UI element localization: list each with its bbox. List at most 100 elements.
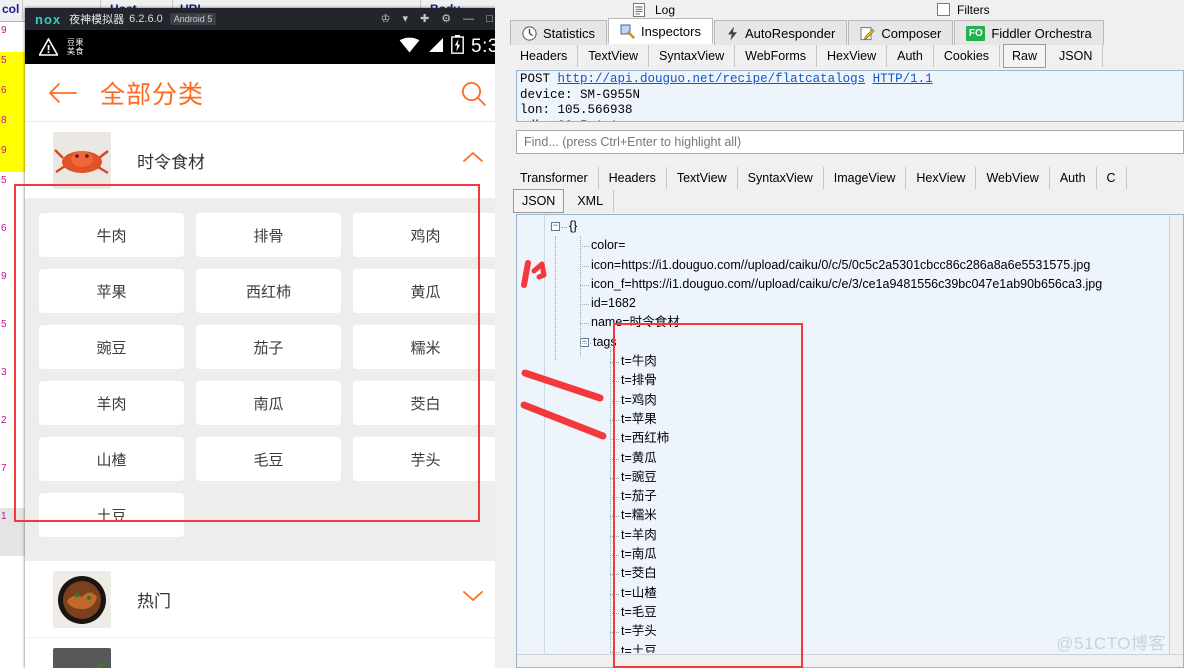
json-field-row[interactable]: name=时令食材	[545, 313, 1168, 332]
subtab-textview[interactable]: TextView	[667, 167, 738, 189]
subtab-xml[interactable]: XML	[567, 190, 615, 212]
tag-item[interactable]: 糯米	[353, 325, 498, 369]
log-label[interactable]: Log	[655, 3, 675, 17]
response-inspector-tabs[interactable]: Transformer Headers TextView SyntaxView Imag…	[510, 166, 1184, 189]
tag-item[interactable]: 土豆	[39, 493, 184, 537]
json-tag-item[interactable]: t=牛肉	[545, 352, 1168, 371]
pin-icon[interactable]: ✚	[420, 13, 429, 25]
request-inspector-tabs[interactable]: Headers TextView SyntaxView WebForms HexView…	[510, 44, 1184, 68]
json-tag-item[interactable]: t=苹果	[545, 410, 1168, 429]
tree-connector	[582, 342, 591, 344]
search-icon[interactable]	[460, 80, 487, 107]
filters-checkbox[interactable]	[937, 3, 950, 16]
tab-inspectors[interactable]: Inspectors	[608, 18, 713, 44]
tag-item[interactable]: 苹果	[39, 269, 184, 313]
tree-connector	[610, 651, 619, 653]
json-tag-item[interactable]: t=山楂	[545, 584, 1168, 603]
subtab-c[interactable]: C	[1097, 167, 1127, 189]
tab-fiddler-orchestra[interactable]: FO Fiddler Orchestra	[954, 20, 1104, 45]
window-controls[interactable]: ♔ ▾ ✚ ⚙ — □ ✕	[381, 8, 514, 30]
tag-item[interactable]: 茭白	[353, 381, 498, 425]
minimize-icon[interactable]: —	[463, 13, 474, 25]
json-node-label: name=时令食材	[591, 315, 680, 330]
category-row-shiling[interactable]: 时令食材	[25, 122, 512, 199]
chevron-up-icon[interactable]	[462, 150, 484, 164]
subtab-syntaxview[interactable]: SyntaxView	[649, 45, 736, 67]
subtab-raw[interactable]: Raw	[1003, 44, 1047, 68]
json-tag-item[interactable]: t=西红柿	[545, 429, 1168, 448]
json-tag-item[interactable]: t=豌豆	[545, 468, 1168, 487]
tag-item[interactable]: 山楂	[39, 437, 184, 481]
tag-item[interactable]: 排骨	[196, 213, 341, 257]
subtab-transformer[interactable]: Transformer	[510, 167, 599, 189]
chevron-down-icon[interactable]: ▾	[403, 13, 409, 25]
json-tag-item[interactable]: t=南瓜	[545, 545, 1168, 564]
json-node-label: id=1682	[591, 296, 636, 311]
chevron-down-icon[interactable]	[462, 589, 484, 603]
subtab-hexview[interactable]: HexView	[817, 45, 888, 67]
tree-connector	[610, 362, 619, 364]
json-tag-item[interactable]: t=羊肉	[545, 526, 1168, 545]
subtab-json[interactable]: JSON	[513, 189, 565, 213]
json-tag-item[interactable]: t=糯米	[545, 506, 1168, 525]
json-tree-view[interactable]: −{} color= icon=https://i1.douguo.com//upl…	[516, 214, 1184, 668]
tag-item[interactable]: 芋头	[353, 437, 498, 481]
maximize-icon[interactable]: □	[486, 13, 493, 25]
json-tag-item[interactable]: t=茭白	[545, 564, 1168, 583]
json-tag-item[interactable]: t=鸡肉	[545, 391, 1168, 410]
json-tag-item[interactable]: t=黄瓜	[545, 449, 1168, 468]
subtab-hexview[interactable]: HexView	[906, 167, 977, 189]
tag-item[interactable]: 羊肉	[39, 381, 184, 425]
session-row-number: 1	[1, 511, 7, 522]
response-format-tabs[interactable]: JSON XML	[510, 189, 1184, 213]
filters-label[interactable]: Filters	[957, 3, 990, 17]
json-tag-item[interactable]: t=茄子	[545, 487, 1168, 506]
request-url[interactable]: http://api.douguo.net/recipe/flatcatalog…	[558, 72, 866, 86]
subtab-textview[interactable]: TextView	[578, 45, 650, 67]
tab-composer[interactable]: Composer	[848, 20, 954, 45]
subtab-headers[interactable]: Headers	[510, 45, 579, 67]
json-tags-node[interactable]: − tags	[545, 333, 1168, 352]
tab-statistics[interactable]: Statistics	[510, 20, 608, 45]
request-raw-view[interactable]: POST http://api.douguo.net/recipe/flatca…	[516, 70, 1184, 122]
back-arrow-icon[interactable]	[48, 80, 78, 106]
subtab-json[interactable]: JSON	[1049, 45, 1104, 67]
tag-item[interactable]: 茄子	[196, 325, 341, 369]
subtab-syntaxview[interactable]: SyntaxView	[738, 167, 824, 189]
find-input[interactable]: Find... (press Ctrl+Enter to highlight a…	[516, 130, 1184, 154]
json-field-row[interactable]: color=	[545, 236, 1168, 255]
tag-item[interactable]: 西红柿	[196, 269, 341, 313]
tag-item[interactable]: 牛肉	[39, 213, 184, 257]
tab-label: Inspectors	[641, 23, 701, 39]
tab-autoresponder[interactable]: AutoResponder	[714, 20, 848, 45]
volume-icon[interactable]: ♔	[381, 13, 391, 25]
json-node-label: t=豌豆	[621, 469, 657, 484]
tag-item[interactable]: 黄瓜	[353, 269, 498, 313]
tag-item[interactable]: 鸡肉	[353, 213, 498, 257]
json-vertical-scrollbar[interactable]	[1169, 215, 1183, 667]
subtab-headers[interactable]: Headers	[599, 167, 667, 189]
subtab-auth[interactable]: Auth	[887, 45, 934, 67]
subtab-webview[interactable]: WebView	[976, 167, 1050, 189]
json-tag-item[interactable]: t=排骨	[545, 371, 1168, 390]
tag-item[interactable]: 豌豆	[39, 325, 184, 369]
tag-item[interactable]: 毛豆	[196, 437, 341, 481]
subtab-imageview[interactable]: ImageView	[824, 167, 907, 189]
category-row-kouwei[interactable]: 口味	[25, 638, 512, 668]
subtab-auth[interactable]: Auth	[1050, 167, 1097, 189]
json-horizontal-scrollbar[interactable]	[517, 654, 1183, 667]
subtab-cookies[interactable]: Cookies	[934, 45, 1001, 67]
gear-icon[interactable]: ⚙	[441, 13, 451, 25]
tag-grid[interactable]: 牛肉 排骨 鸡肉苹果 西红柿 黄瓜豌豆 茄子 糯米羊肉 南瓜 茭白山楂 毛豆 芋头土豆	[25, 209, 512, 541]
subtab-webforms[interactable]: WebForms	[735, 45, 818, 67]
tag-item[interactable]: 南瓜	[196, 381, 341, 425]
collapse-expander-icon[interactable]: −	[551, 222, 560, 231]
json-tag-item[interactable]: t=毛豆	[545, 603, 1168, 622]
fiddler-main-tabs[interactable]: Statistics Inspectors AutoResponder Compose…	[510, 18, 1184, 45]
json-root-node[interactable]: −{}	[545, 217, 1168, 236]
category-row-remen[interactable]: 热门	[25, 561, 512, 638]
nox-titlebar[interactable]: nox 夜神模拟器 6.2.6.0 Android 5 ♔ ▾ ✚ ⚙ — □ …	[25, 8, 520, 30]
json-field-row[interactable]: id=1682	[545, 294, 1168, 313]
json-field-row[interactable]: icon_f=https://i1.douguo.com//upload/cai…	[545, 275, 1168, 294]
json-field-row[interactable]: icon=https://i1.douguo.com//upload/caiku…	[545, 256, 1168, 275]
